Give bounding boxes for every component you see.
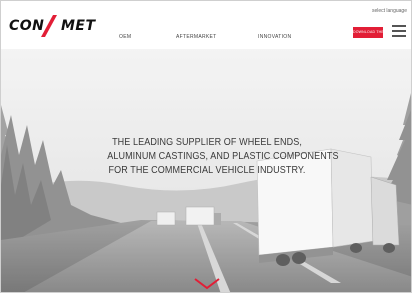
logo-slash-icon [41, 15, 57, 37]
language-selector[interactable]: select language [372, 8, 407, 14]
hamburger-menu-icon[interactable] [392, 25, 406, 39]
page: select language CON MET OEM AFTERMARKET … [0, 0, 412, 293]
headline-line-2: ALUMINUM CASTINGS, AND PLASTIC COMPONENT… [107, 150, 339, 162]
nav-innovation[interactable]: INNOVATION [258, 34, 291, 40]
nav-aftermarket[interactable]: AFTERMARKET [176, 34, 217, 40]
headline-line-3: FOR THE COMMERCIAL VEHICLE INDUSTRY. [108, 164, 306, 176]
hero-headline: THE LEADING SUPPLIER OF WHEEL ENDS, ALUM… [91, 135, 339, 177]
site-header: select language CON MET OEM AFTERMARKET … [1, 1, 411, 49]
nav-oem[interactable]: OEM [119, 34, 131, 40]
hero-banner: THE LEADING SUPPLIER OF WHEEL ENDS, ALUM… [1, 45, 411, 292]
chevron-down-icon[interactable] [193, 277, 221, 291]
headline-line-1: THE LEADING SUPPLIER OF WHEEL ENDS, [112, 136, 302, 148]
logo-text-right: MET [61, 18, 96, 34]
download-app-button[interactable]: DOWNLOAD THE APP [353, 27, 383, 38]
